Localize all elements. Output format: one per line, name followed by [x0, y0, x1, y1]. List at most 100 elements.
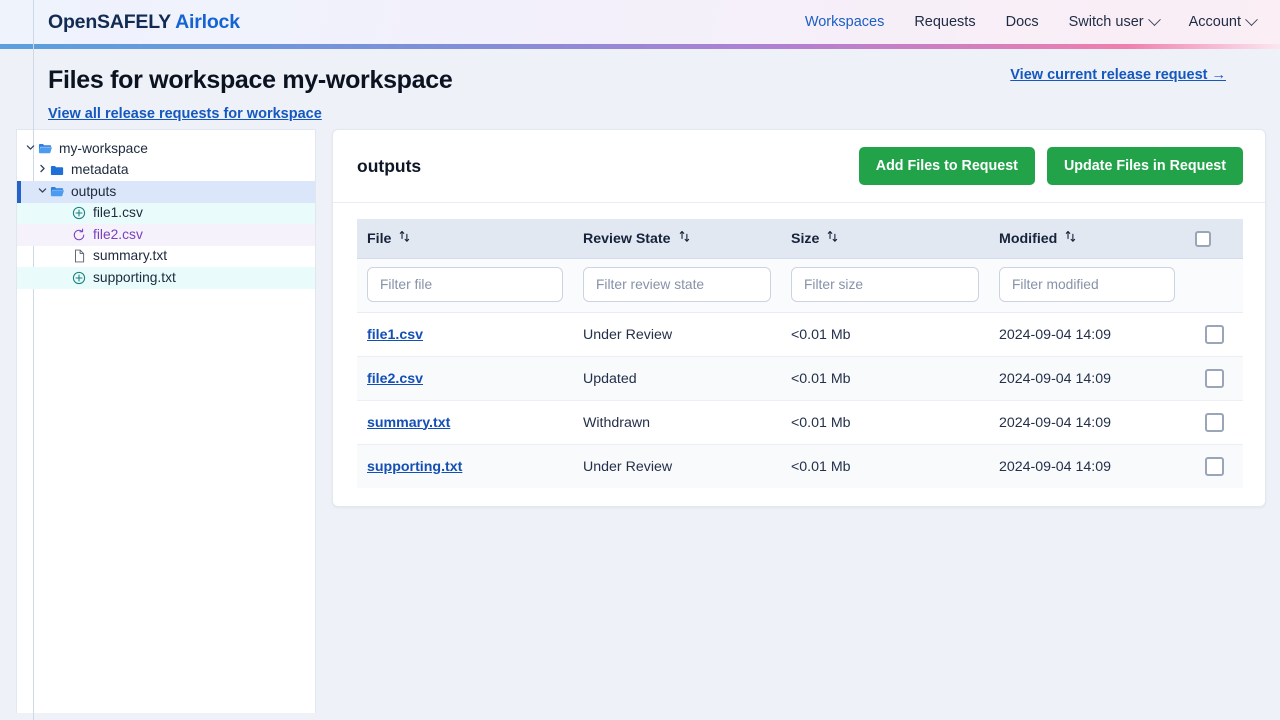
refresh-icon	[71, 227, 87, 243]
row-checkbox[interactable]	[1205, 413, 1224, 432]
tree-item-summary-txt[interactable]: summary.txt	[17, 246, 315, 268]
tree-item-file2-csv[interactable]: file2.csv	[17, 224, 315, 246]
cell-review-state: Withdrawn	[573, 401, 781, 445]
cell-select	[1185, 357, 1243, 401]
nav-link-docs[interactable]: Docs	[1006, 14, 1039, 30]
column-header-inner: Size	[791, 230, 838, 247]
folder-closed-icon	[49, 162, 65, 178]
main-column: outputs Add Files to Request Update File…	[316, 129, 1280, 507]
cell-review-state: Under Review	[573, 313, 781, 357]
tree-item-label: file1.csv	[93, 206, 143, 220]
top-navbar: OpenSAFELY Airlock Workspaces Requests Doc…	[0, 0, 1280, 44]
view-all-release-requests-link[interactable]: View all release requests for workspace	[48, 106, 322, 122]
chevron-right-icon[interactable]	[35, 163, 49, 177]
brand-secondary: Airlock	[175, 11, 240, 33]
chevron-down-icon[interactable]	[35, 185, 49, 199]
table-row: summary.txtWithdrawn<0.01 Mb2024-09-04 1…	[357, 401, 1243, 445]
column-header-select-all	[1185, 219, 1243, 259]
card-actions: Add Files to Request Update Files in Req…	[859, 147, 1243, 185]
cell-review-state: Under Review	[573, 445, 781, 489]
chevron-down-icon	[1245, 13, 1258, 26]
cell-size: <0.01 Mb	[781, 313, 989, 357]
sort-icon[interactable]	[399, 230, 410, 247]
tree-item-metadata[interactable]: metadata	[17, 160, 315, 182]
filter-input-filter-modified[interactable]	[999, 267, 1175, 302]
column-header-modified[interactable]: Modified	[989, 219, 1185, 259]
tree-item-label: summary.txt	[93, 249, 167, 263]
filter-input-filter-size[interactable]	[791, 267, 979, 302]
brand-primary: OpenSAFELY	[48, 11, 171, 33]
plus-circle-icon	[71, 270, 87, 286]
cell-size: <0.01 Mb	[781, 445, 989, 489]
tree-item-file1-csv[interactable]: file1.csv	[17, 203, 315, 225]
folder-open-icon	[49, 184, 65, 200]
row-checkbox[interactable]	[1205, 457, 1224, 476]
table-row: file2.csvUpdated<0.01 Mb2024-09-04 14:09	[357, 357, 1243, 401]
table-row: file1.csv Under Review<0.01 Mb2024-09-04 …	[357, 313, 1243, 357]
filter-row	[357, 259, 1243, 313]
tree-item-label: metadata	[71, 163, 129, 177]
content-area: my-workspacemetadataoutputsfile1.csvfile…	[0, 129, 1280, 713]
files-table: File Review State Size Modified file1.csv Un…	[357, 219, 1243, 488]
cell-modified: 2024-09-04 14:09	[989, 401, 1185, 445]
sort-icon[interactable]	[827, 230, 838, 247]
nav-link-requests[interactable]: Requests	[914, 14, 975, 30]
sort-icon[interactable]	[679, 230, 690, 247]
select-all-checkbox[interactable]	[1195, 231, 1211, 247]
update-files-in-request-button[interactable]: Update Files in Request	[1047, 147, 1243, 185]
view-current-release-request-link[interactable]: View current release request →	[1010, 67, 1226, 83]
cell-review-state: Updated	[573, 357, 781, 401]
filter-input-filter-review-state[interactable]	[583, 267, 771, 302]
row-checkbox[interactable]	[1205, 325, 1224, 344]
nav-link-label: Workspaces	[805, 14, 885, 30]
tree-item-label: my-workspace	[59, 142, 148, 156]
tree-item-label: supporting.txt	[93, 271, 176, 285]
file-link[interactable]: summary.txt	[367, 415, 450, 431]
column-header-size[interactable]: Size	[781, 219, 989, 259]
nav-link-switch-user[interactable]: Switch user	[1069, 14, 1159, 30]
files-table-zone: File Review State Size Modified file1.csv Un…	[333, 203, 1265, 506]
card-header: outputs Add Files to Request Update File…	[333, 130, 1265, 203]
add-files-to-request-button[interactable]: Add Files to Request	[859, 147, 1035, 185]
tree-item-supporting-txt[interactable]: supporting.txt	[17, 267, 315, 289]
cell-file: supporting.txt	[357, 445, 573, 489]
filter-cell	[781, 259, 989, 313]
cell-select	[1185, 401, 1243, 445]
column-header-label: Review State	[583, 231, 671, 247]
column-header-inner: Review State	[583, 230, 690, 247]
app-logo[interactable]: OpenSAFELY Airlock	[48, 11, 240, 34]
file-link[interactable]: file2.csv	[367, 371, 423, 387]
column-header-file[interactable]: File	[357, 219, 573, 259]
filter-cell	[573, 259, 781, 313]
filter-cell	[357, 259, 573, 313]
file-link[interactable]: file1.csv	[367, 327, 423, 343]
chevron-down-icon[interactable]	[23, 142, 37, 156]
filter-input-filter-file[interactable]	[367, 267, 563, 302]
directory-card: outputs Add Files to Request Update File…	[332, 129, 1266, 507]
file-tree-panel: my-workspace metadata outputs file1.csv file…	[16, 129, 316, 713]
tree-item-label: outputs	[71, 185, 116, 199]
sort-icon[interactable]	[1065, 230, 1076, 247]
column-header-review-state[interactable]: Review State	[573, 219, 781, 259]
nav-link-workspaces[interactable]: Workspaces	[805, 14, 885, 30]
file-icon	[71, 248, 87, 264]
page-header: Files for workspace my-workspace View al…	[0, 49, 1280, 129]
column-header-label: Modified	[999, 231, 1057, 247]
cell-modified: 2024-09-04 14:09	[989, 313, 1185, 357]
files-table-body: file1.csvUnder Review<0.01 Mb2024-09-04 …	[357, 313, 1243, 489]
row-checkbox[interactable]	[1205, 369, 1224, 388]
plus-circle-icon	[71, 205, 87, 221]
cell-select	[1185, 313, 1243, 357]
cell-size: <0.01 Mb	[781, 357, 989, 401]
directory-title: outputs	[357, 156, 421, 177]
file-link[interactable]: supporting.txt	[367, 459, 462, 475]
cell-file: file2.csv	[357, 357, 573, 401]
nav-link-label: Account	[1189, 14, 1241, 30]
column-header-inner: Modified	[999, 230, 1076, 247]
nav-link-label: Requests	[914, 14, 975, 30]
nav-link-account[interactable]: Account	[1189, 14, 1256, 30]
tree-item-my-workspace[interactable]: my-workspace	[17, 138, 315, 160]
table-row: supporting.txtUnder Review<0.01 Mb2024-0…	[357, 445, 1243, 489]
tree-item-outputs[interactable]: outputs	[17, 181, 315, 203]
cell-file: summary.txt	[357, 401, 573, 445]
